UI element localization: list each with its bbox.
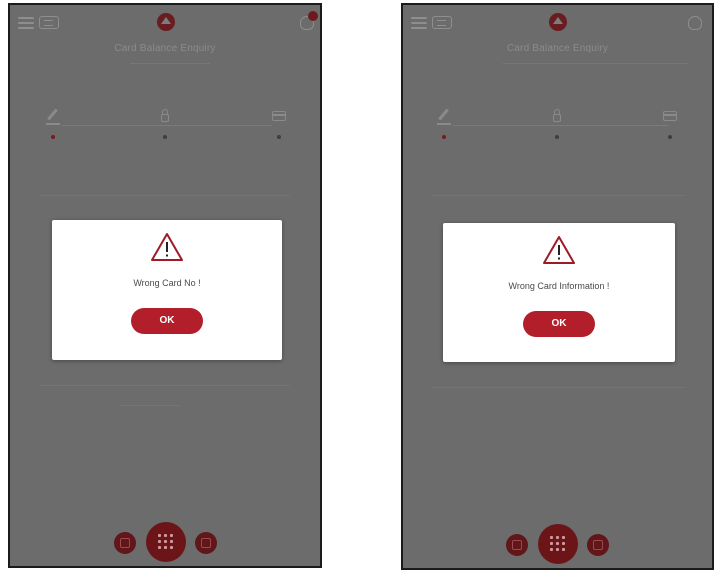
bell-icon[interactable] xyxy=(300,11,318,30)
top-bar xyxy=(10,5,320,41)
step-dot xyxy=(668,135,672,139)
phone-screen-wrong-card-information: Card Balance Enquiry Wrong Card Informat… xyxy=(401,3,714,570)
calendar-icon[interactable] xyxy=(195,532,217,554)
notification-badge xyxy=(308,11,318,21)
form-field-line xyxy=(40,195,290,196)
error-dialog: Wrong Card No ! OK xyxy=(52,220,282,360)
bottom-nav xyxy=(403,508,712,568)
language-icon[interactable] xyxy=(432,16,452,29)
step-indicator xyxy=(10,105,320,145)
step-indicator xyxy=(403,105,712,145)
bell-icon[interactable] xyxy=(688,16,702,30)
hamburger-menu-icon[interactable] xyxy=(18,17,34,29)
screenshot-stage: Card Balance Enquiry Wrong Card No ! OK xyxy=(0,0,715,573)
pencil-icon xyxy=(437,109,451,125)
phone-screen-wrong-card-no: Card Balance Enquiry Wrong Card No ! OK xyxy=(8,3,322,568)
form-field-line xyxy=(431,195,686,196)
card-icon xyxy=(663,109,677,123)
form-field-line xyxy=(40,385,290,386)
step-dot xyxy=(163,135,167,139)
grid-menu-icon[interactable] xyxy=(538,524,578,564)
top-bar xyxy=(403,5,712,41)
step-dot xyxy=(277,135,281,139)
error-message: Wrong Card Information ! xyxy=(508,281,610,291)
step-dot xyxy=(555,135,559,139)
error-message: Wrong Card No ! xyxy=(133,278,201,288)
ok-button[interactable]: OK xyxy=(523,311,595,337)
card-icon[interactable] xyxy=(114,532,136,554)
language-icon[interactable] xyxy=(39,16,59,29)
warning-icon xyxy=(151,233,183,261)
card-icon xyxy=(272,109,286,123)
step-dot-active xyxy=(51,135,55,139)
bank-logo-icon xyxy=(157,13,175,31)
step-connector xyxy=(62,125,272,126)
error-dialog: Wrong Card Information ! OK xyxy=(443,223,675,362)
grid-menu-icon[interactable] xyxy=(146,522,186,562)
form-field-line xyxy=(431,387,686,388)
step-dot-active xyxy=(442,135,446,139)
bank-logo-icon xyxy=(549,13,567,31)
lock-icon xyxy=(158,109,172,123)
warning-icon xyxy=(543,236,575,264)
calendar-icon[interactable] xyxy=(587,534,609,556)
ok-button[interactable]: OK xyxy=(131,308,203,334)
card-icon[interactable] xyxy=(506,534,528,556)
title-underline xyxy=(130,63,210,64)
page-title: Card Balance Enquiry xyxy=(114,43,216,54)
title-underline xyxy=(503,63,688,64)
form-field-line xyxy=(120,405,180,406)
step-connector xyxy=(453,125,668,126)
hamburger-menu-icon[interactable] xyxy=(411,17,427,29)
page-title: Card Balance Enquiry xyxy=(506,43,609,54)
pencil-icon xyxy=(46,109,60,125)
bottom-nav xyxy=(10,506,320,566)
lock-icon xyxy=(550,109,564,123)
